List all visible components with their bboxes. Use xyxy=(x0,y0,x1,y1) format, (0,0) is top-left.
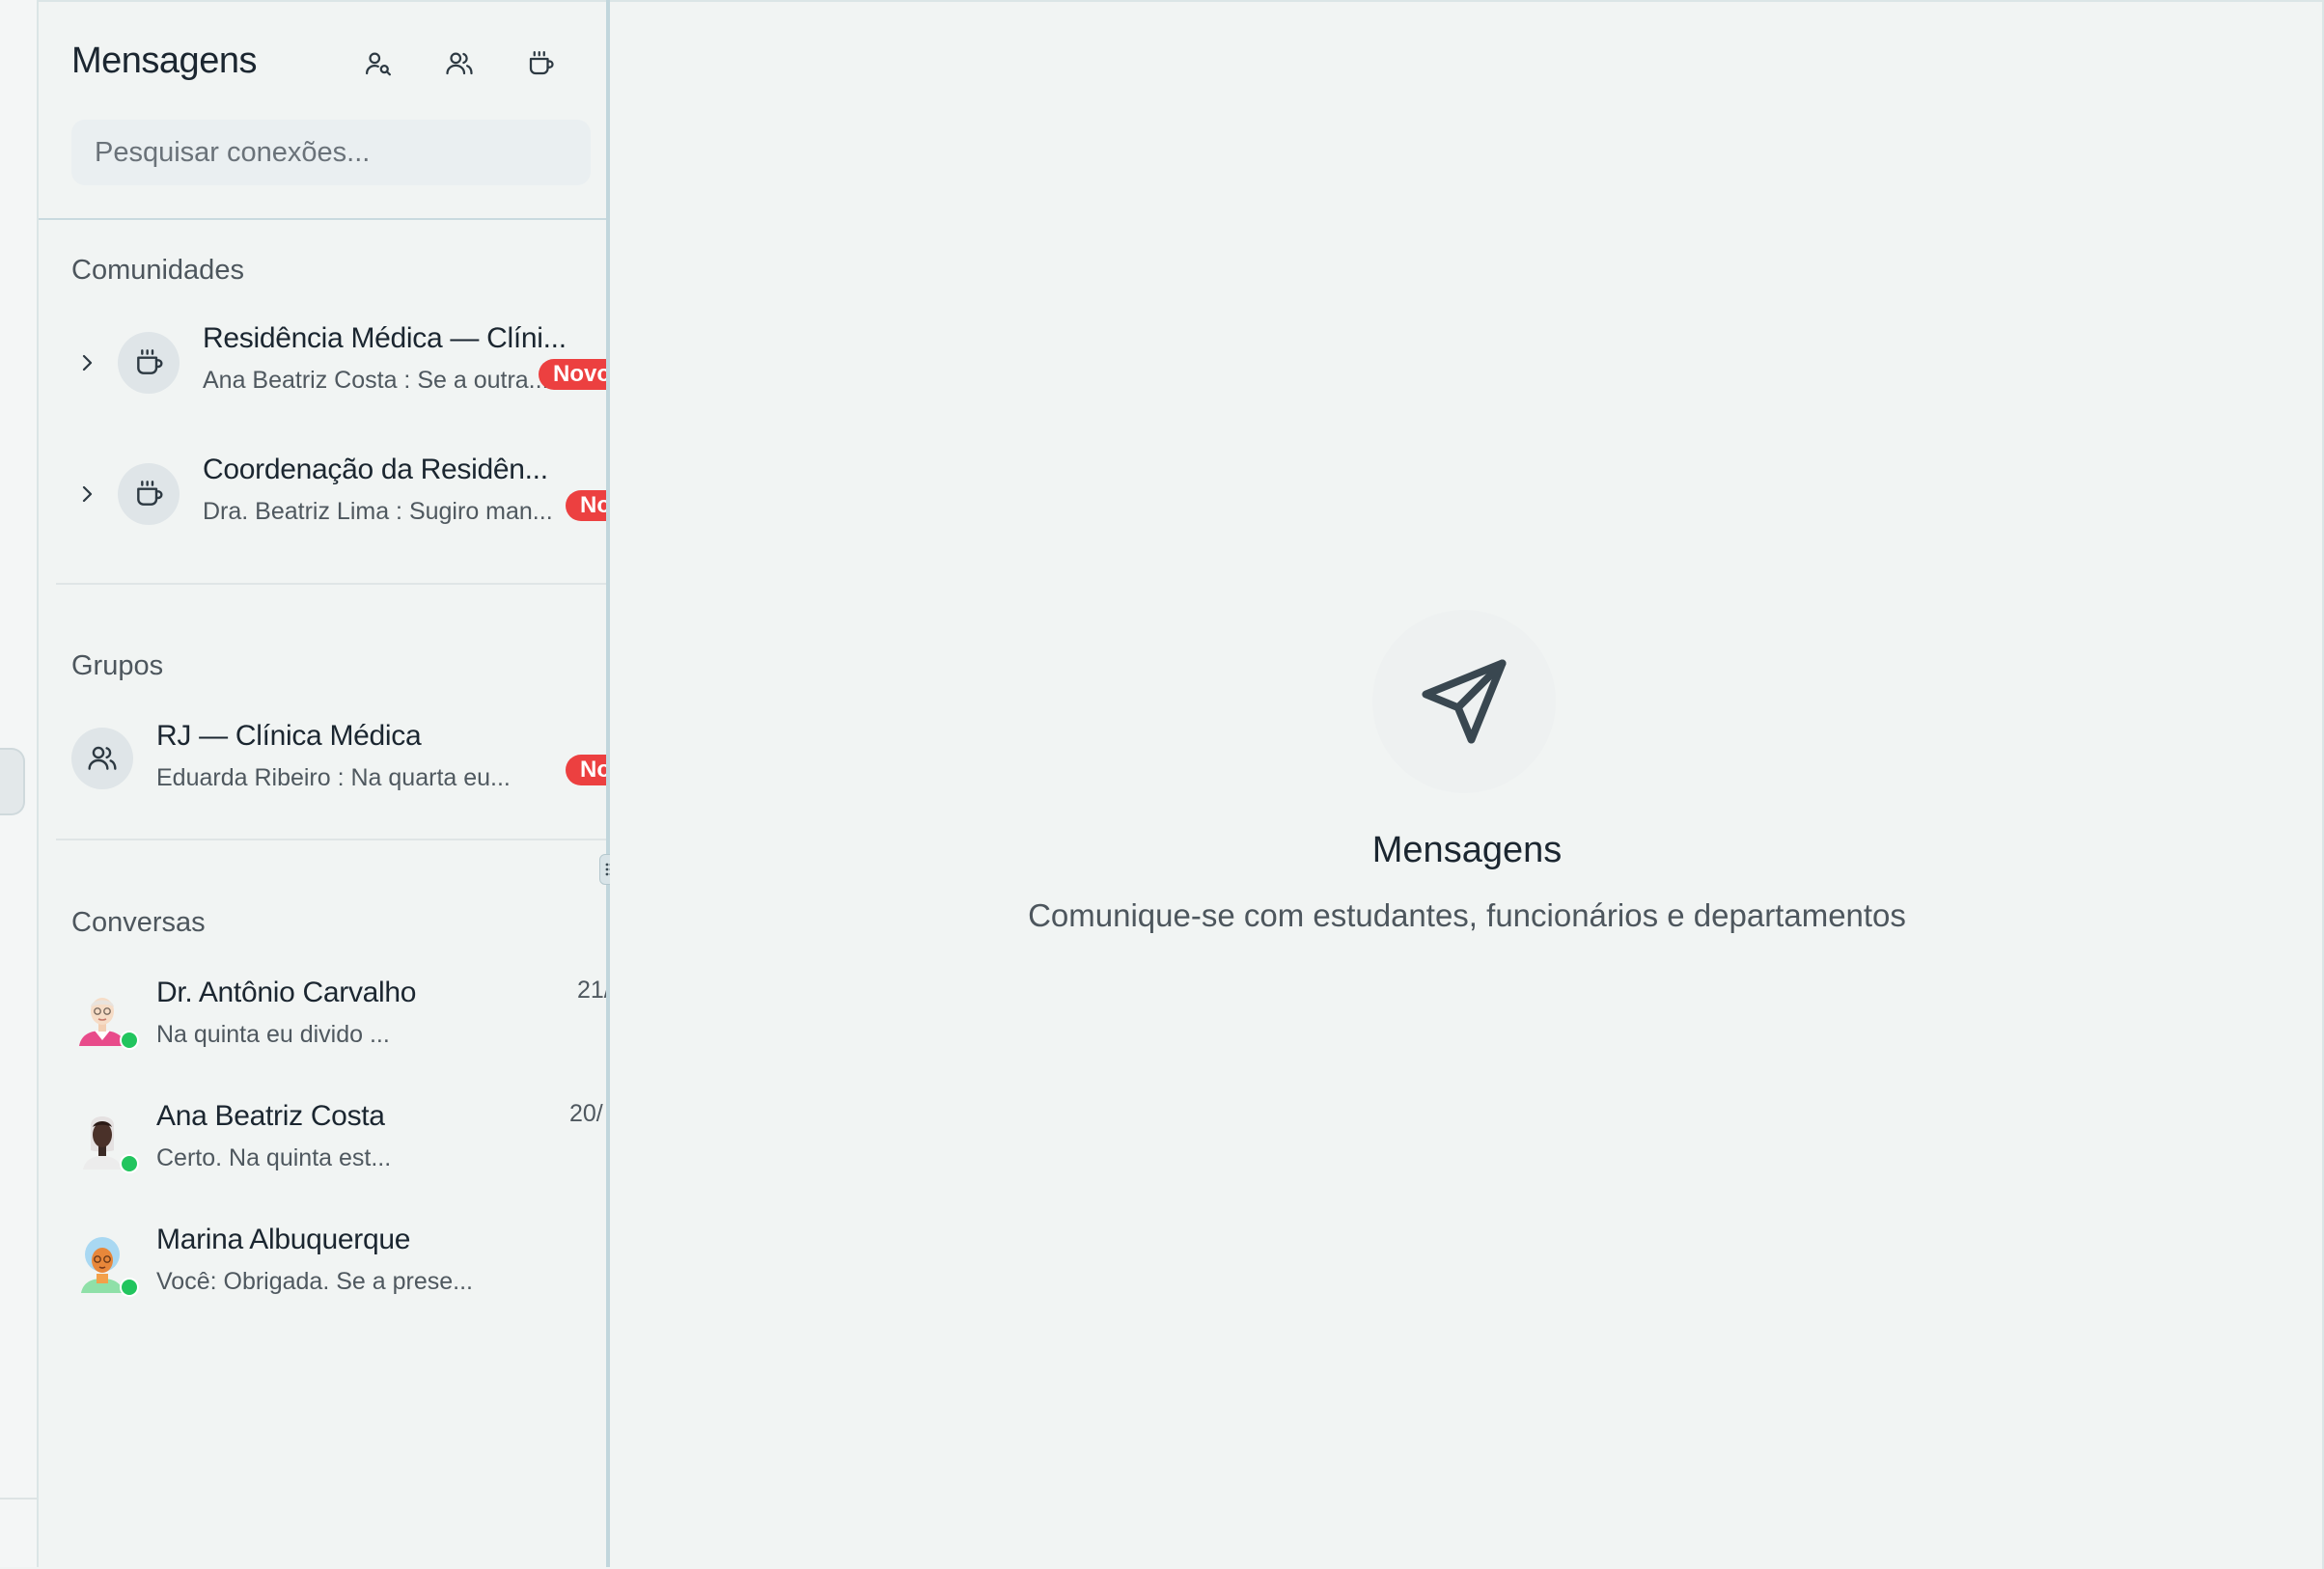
coffee-cup-icon xyxy=(137,349,163,374)
conversation-preview: Na quinta eu divido ... xyxy=(156,1021,390,1048)
empty-state-subtitle: Comunique-se com estudantes, funcionário… xyxy=(1028,897,1906,933)
conversation-item[interactable]: Dr. Antônio Carvalho Na quinta eu divido… xyxy=(39,961,608,1075)
coffee-cup-icon xyxy=(137,481,163,506)
section-divider xyxy=(56,583,608,585)
community-avatar xyxy=(118,332,180,394)
empty-state-title: Mensagens xyxy=(1371,830,1563,870)
search-connections-input[interactable] xyxy=(71,120,591,185)
section-title-groups: Grupos xyxy=(71,650,164,681)
group-title: RJ — Clínica Médica xyxy=(156,720,422,752)
conversation-time: 21/ xyxy=(577,977,608,1004)
user-search-icon xyxy=(366,52,391,76)
strip-divider xyxy=(0,1498,37,1500)
group-item[interactable]: RJ — Clínica Médica Eduarda Ribeiro : Na… xyxy=(39,704,608,811)
community-preview: Ana Beatriz Costa : Se a outra... xyxy=(203,367,549,394)
new-badge: Novo xyxy=(539,359,608,390)
group-preview: Eduarda Ribeiro : Na quarta eu... xyxy=(156,764,511,791)
sidebar-title: Mensagens xyxy=(71,41,257,81)
conversation-name: Marina Albuquerque xyxy=(156,1224,411,1255)
section-title-communities: Comunidades xyxy=(71,255,244,286)
conversation-preview: Você: Obrigada. Se a prese... xyxy=(156,1268,473,1295)
coffee-cup-icon xyxy=(529,51,554,75)
chevron-right-icon[interactable] xyxy=(75,351,98,374)
new-community-button[interactable] xyxy=(521,44,560,83)
sidebar-top-border xyxy=(39,0,608,2)
empty-state-icon-wrapper xyxy=(1372,610,1556,793)
community-preview: Dra. Beatriz Lima : Sugiro man... xyxy=(203,498,553,525)
new-group-button[interactable] xyxy=(440,44,479,83)
community-avatar xyxy=(118,463,180,525)
section-title-conversations: Conversas xyxy=(71,907,206,938)
online-indicator xyxy=(120,1031,139,1050)
collapse-tab[interactable] xyxy=(0,748,25,815)
messages-sidebar: Mensagens Comunidades Residência Médica … xyxy=(39,0,608,1567)
online-indicator xyxy=(120,1278,139,1297)
community-item[interactable]: Residência Médica — Clíni... Ana Beatriz… xyxy=(39,309,608,421)
chevron-right-icon[interactable] xyxy=(75,482,98,506)
conversation-name: Ana Beatriz Costa xyxy=(156,1100,385,1132)
community-title: Residência Médica — Clíni... xyxy=(203,322,567,354)
conversation-item[interactable]: Marina Albuquerque Você: Obrigada. Se a … xyxy=(39,1208,608,1322)
search-separator xyxy=(39,218,608,220)
left-edge-strip xyxy=(0,0,39,1567)
group-avatar xyxy=(71,728,133,789)
new-contact-button[interactable] xyxy=(359,44,398,83)
users-icon xyxy=(88,746,117,770)
send-icon xyxy=(1422,659,1507,744)
community-item[interactable]: Coordenação da Residên... Dra. Beatriz L… xyxy=(39,440,608,552)
message-panel: Mensagens Comunique-se com estudantes, f… xyxy=(610,0,2324,1569)
conversation-name: Dr. Antônio Carvalho xyxy=(156,977,417,1008)
section-divider xyxy=(56,839,608,840)
online-indicator xyxy=(120,1154,139,1173)
conversation-preview: Certo. Na quinta est... xyxy=(156,1144,392,1171)
community-title: Coordenação da Residên... xyxy=(203,454,548,485)
users-icon xyxy=(446,52,473,75)
new-badge: No xyxy=(566,490,608,521)
new-badge: No xyxy=(566,755,608,785)
conversation-time: 20/ xyxy=(569,1100,603,1127)
conversation-item[interactable]: Ana Beatriz Costa Certo. Na quinta est..… xyxy=(39,1085,608,1198)
